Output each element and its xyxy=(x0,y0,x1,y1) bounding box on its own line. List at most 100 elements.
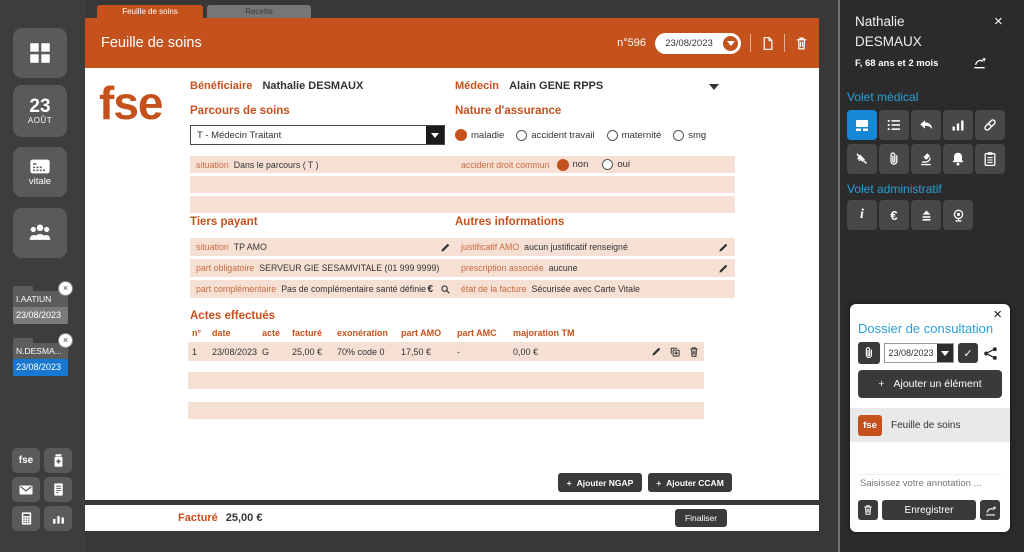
beneficiaire-label: Bénéficiaire xyxy=(190,80,252,92)
fse-shortcut-button[interactable]: fse xyxy=(12,448,40,473)
footer-bar: Facturé 25,00 € Finaliser xyxy=(85,505,819,531)
history-list-button[interactable] xyxy=(879,110,909,140)
patient-name: Nathalie DESMAUX xyxy=(855,12,955,51)
tab-feuille-de-soins[interactable]: Feuille de soins xyxy=(97,5,203,18)
check-icon: ✓ xyxy=(963,347,972,360)
search-icon[interactable] xyxy=(440,284,451,295)
people-icon xyxy=(27,220,53,246)
fse-badge: fse xyxy=(858,415,882,436)
dossier-item-label: Feuille de soins xyxy=(891,420,960,431)
add-element-button[interactable]: + Ajouter un élément xyxy=(858,370,1002,398)
dossier-title: Dossier de consultation xyxy=(858,321,993,336)
alerts-button[interactable] xyxy=(943,144,973,174)
envelope-icon xyxy=(18,482,34,498)
patient-card-date: 23/08/2023 xyxy=(13,359,68,376)
trash-icon[interactable] xyxy=(794,36,809,51)
prescriptions-button[interactable] xyxy=(975,110,1005,140)
parcours-title: Parcours de soins xyxy=(190,105,290,117)
radio-accident-oui[interactable] xyxy=(602,159,613,170)
close-icon[interactable]: × xyxy=(58,281,73,296)
edit-pencil-icon[interactable] xyxy=(718,263,729,274)
empty-row xyxy=(190,196,457,213)
euro-icon[interactable]: € xyxy=(427,284,433,295)
statistics-button[interactable] xyxy=(44,506,72,531)
export-icon xyxy=(984,504,997,517)
close-icon[interactable]: × xyxy=(993,306,1002,323)
medecin-dropdown-icon[interactable] xyxy=(709,84,719,90)
documents-button[interactable] xyxy=(44,477,72,502)
dossier-validate-button[interactable]: ✓ xyxy=(958,343,978,363)
edit-pencil-icon[interactable] xyxy=(651,346,662,357)
chevron-down-icon xyxy=(941,351,949,356)
export-icon[interactable] xyxy=(972,55,987,70)
biology-button[interactable] xyxy=(911,144,941,174)
carte-vitale-button[interactable]: vitale xyxy=(13,147,67,197)
medication-button[interactable] xyxy=(44,448,72,473)
parcours-select[interactable]: T - Médecin Traitant xyxy=(190,125,445,145)
card-icon xyxy=(854,117,870,133)
dossier-export-button[interactable] xyxy=(980,500,1000,520)
admin-info-button[interactable]: i xyxy=(847,200,877,230)
radio-smg[interactable] xyxy=(673,130,684,141)
patient-card-date: 23/08/2023 xyxy=(13,307,68,324)
empty-row xyxy=(188,372,704,389)
situation-row: situation Dans le parcours ( T ) xyxy=(190,156,457,173)
patient-card-2[interactable]: N.DESMA... 23/08/2023 × xyxy=(13,338,68,376)
patients-button[interactable] xyxy=(13,208,67,258)
close-icon[interactable]: × xyxy=(58,333,73,348)
close-icon[interactable]: × xyxy=(994,14,1003,29)
nature-title: Nature d'assurance xyxy=(455,105,561,117)
attachments-button[interactable] xyxy=(879,144,909,174)
actes-table-header: n° date acte facturé exonération part AM… xyxy=(188,326,708,339)
admin-upload-button[interactable] xyxy=(911,200,941,230)
tab-recette[interactable]: Recette xyxy=(207,5,311,18)
calendar-button[interactable]: 23 AOÛT xyxy=(13,85,67,137)
edit-pencil-icon[interactable] xyxy=(718,242,729,253)
tiers-situation-row: situation TP AMO xyxy=(190,238,457,256)
trash-icon xyxy=(862,504,874,516)
patient-card-1[interactable]: I.AATIUN 23/08/2023 × xyxy=(13,286,68,324)
consultation-card-button[interactable] xyxy=(847,110,877,140)
dossier-attach-button[interactable] xyxy=(858,342,880,364)
calendar-day: 23 xyxy=(29,97,50,116)
radio-maladie[interactable] xyxy=(455,129,467,141)
add-ngap-button[interactable]: + Ajouter NGAP xyxy=(558,473,642,492)
antecedents-button[interactable] xyxy=(911,110,941,140)
edit-pencil-icon[interactable] xyxy=(440,242,451,253)
duplicate-icon[interactable] xyxy=(669,346,681,358)
save-button[interactable]: Enregistrer xyxy=(882,500,976,520)
plus-icon: + xyxy=(878,378,884,390)
dossier-item-feuille-de-soins[interactable]: fse Feuille de soins xyxy=(850,408,1010,442)
vitale-card-icon xyxy=(29,158,51,175)
actes-title: Actes effectués xyxy=(190,310,275,322)
tiers-part-complementaire-row: part complémentaire Pas de complémentair… xyxy=(190,280,457,298)
empty-row xyxy=(455,196,735,213)
annotation-input[interactable] xyxy=(858,474,1002,492)
radio-maternite[interactable] xyxy=(607,130,618,141)
euro-icon: € xyxy=(890,208,897,223)
admin-billing-button[interactable]: € xyxy=(879,200,909,230)
admin-teleconsultation-button[interactable] xyxy=(943,200,973,230)
accounting-button[interactable] xyxy=(12,506,40,531)
trash-icon[interactable] xyxy=(688,346,700,358)
radio-accident-non[interactable] xyxy=(557,159,569,171)
notes-button[interactable] xyxy=(975,144,1005,174)
messages-button[interactable] xyxy=(12,477,40,502)
dossier-date-select[interactable]: 23/08/2023 xyxy=(884,343,954,363)
vaccines-button[interactable] xyxy=(847,144,877,174)
apps-grid-button[interactable] xyxy=(13,28,67,78)
constants-button[interactable] xyxy=(943,110,973,140)
finaliser-button[interactable]: Finaliser xyxy=(675,509,727,527)
radio-accident-travail[interactable] xyxy=(516,130,527,141)
add-ccam-button[interactable]: + Ajouter CCAM xyxy=(648,473,732,492)
plus-icon: + xyxy=(656,478,661,488)
microscope-icon xyxy=(918,151,934,167)
header-date-select[interactable]: 23/08/2023 xyxy=(655,33,741,54)
facture-total: 25,00 € xyxy=(226,512,263,524)
clipboard-icon xyxy=(982,151,998,167)
page-title: Feuille de soins xyxy=(101,18,202,68)
prescription-associee-row: prescription associée aucune xyxy=(455,259,735,277)
new-document-icon[interactable] xyxy=(760,36,775,51)
dossier-delete-button[interactable] xyxy=(858,500,878,520)
share-icon[interactable] xyxy=(983,346,998,361)
